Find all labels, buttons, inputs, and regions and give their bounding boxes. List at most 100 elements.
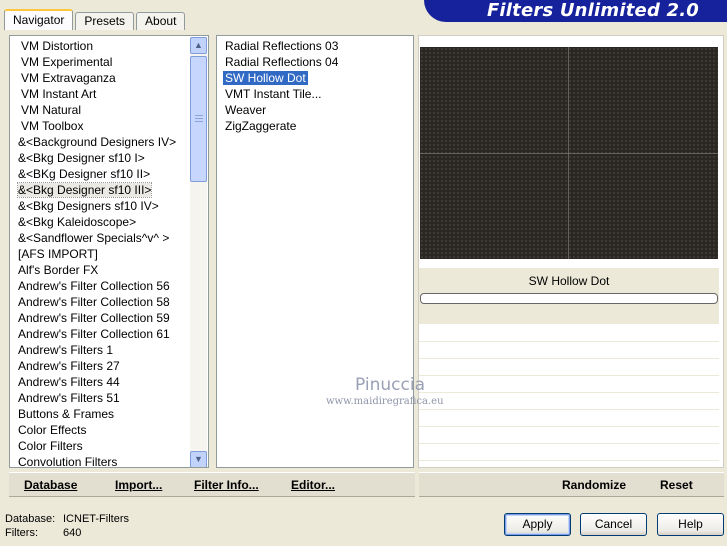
category-item-label: &<Background Designers IV> <box>18 135 177 149</box>
parameter-row <box>419 428 719 444</box>
category-item-label: [AFS IMPORT] <box>18 247 98 261</box>
apply-button[interactable]: Apply <box>504 513 571 536</box>
category-item[interactable]: &<Bkg Designer sf10 III> <box>10 182 190 198</box>
category-item[interactable]: Alf's Border FX <box>10 262 190 278</box>
category-items: VM Distortion VM Experimental VM Extravaga… <box>10 36 190 468</box>
category-item-label: Andrew's Filters 1 <box>18 343 113 357</box>
category-item[interactable]: Color Effects <box>10 422 190 438</box>
category-item[interactable]: &<BKg Designer sf10 II> <box>10 166 190 182</box>
category-item[interactable]: VM Experimental <box>10 54 190 70</box>
category-item-label: Andrew's Filters 27 <box>18 359 120 373</box>
scroll-up-button[interactable]: ▲ <box>190 37 207 54</box>
category-item[interactable]: &<Background Designers IV> <box>10 134 190 150</box>
editor-button[interactable]: Editor... <box>291 478 335 492</box>
category-item-label: Andrew's Filter Collection 56 <box>18 279 170 293</box>
category-item-label: &<Bkg Designers sf10 IV> <box>18 199 159 213</box>
filter-item[interactable]: Radial Reflections 03 <box>217 38 413 54</box>
category-item[interactable]: Andrew's Filter Collection 56 <box>10 278 190 294</box>
filter-item[interactable]: Radial Reflections 04 <box>217 54 413 70</box>
reset-button[interactable]: Reset <box>660 478 693 492</box>
filters-count-label: Filters: <box>5 527 38 539</box>
tab-navigator[interactable]: Navigator <box>4 9 74 30</box>
help-button[interactable]: Help <box>657 513 724 536</box>
filter-info-button[interactable]: Filter Info... <box>194 478 259 492</box>
category-item[interactable]: Convolution Filters <box>10 454 190 468</box>
category-item-label: VM Instant Art <box>21 87 97 101</box>
parameter-row <box>419 377 719 393</box>
category-list[interactable]: VM Distortion VM Experimental VM Extravaga… <box>9 35 209 468</box>
category-item[interactable]: Andrew's Filter Collection 61 <box>10 326 190 342</box>
watermark-name: Pinuccia <box>355 375 425 395</box>
left-toolbar: Database Import... Filter Info... Editor… <box>9 472 415 497</box>
category-item-label: VM Extravaganza <box>21 71 116 85</box>
category-item-label: Color Filters <box>18 439 83 453</box>
progress-bar <box>420 293 718 304</box>
parameter-row <box>419 411 719 427</box>
category-item[interactable]: VM Toolbox <box>10 118 190 134</box>
category-item-label: VM Toolbox <box>21 119 84 133</box>
tab-strip: Navigator Presets About <box>4 9 187 30</box>
filter-items: Radial Reflections 03 Radial Reflections … <box>217 36 413 134</box>
category-item-label: VM Distortion <box>21 39 94 53</box>
category-item-label: Andrew's Filter Collection 59 <box>18 311 170 325</box>
category-item-label: Andrew's Filters 44 <box>18 375 120 389</box>
scroll-down-button[interactable]: ▼ <box>190 451 207 467</box>
database-button[interactable]: Database <box>24 478 77 492</box>
parameter-row <box>419 360 719 376</box>
cancel-button[interactable]: Cancel <box>580 513 647 536</box>
category-item[interactable]: VM Instant Art <box>10 86 190 102</box>
filter-item[interactable]: SW Hollow Dot <box>217 70 413 86</box>
selected-filter-name: SW Hollow Dot <box>528 274 610 288</box>
category-item[interactable]: &<Sandflower Specials^v^ > <box>10 230 190 246</box>
category-item[interactable]: &<Bkg Designer sf10 I> <box>10 150 190 166</box>
category-item-label: VM Experimental <box>21 55 113 69</box>
category-item[interactable]: Andrew's Filter Collection 59 <box>10 310 190 326</box>
parameter-row <box>419 326 719 342</box>
watermark-url: www.maidiregrafica.eu <box>326 396 444 407</box>
grip-line <box>195 118 203 119</box>
filters-count-value: 640 <box>63 527 82 539</box>
category-item[interactable]: Color Filters <box>10 438 190 454</box>
database-status-value: ICNET-Filters <box>63 513 129 525</box>
import-label: Import... <box>115 478 163 492</box>
scrollbar-thumb[interactable] <box>190 56 207 182</box>
filter-item-label: VMT Instant Tile... <box>225 87 322 101</box>
grip-line <box>195 115 203 116</box>
category-item-label: &<Bkg Designer sf10 I> <box>18 151 145 165</box>
filter-item-label: Radial Reflections 03 <box>225 39 339 53</box>
category-scrollbar[interactable]: ▲ ▼ <box>190 37 207 467</box>
category-item[interactable]: VM Distortion <box>10 38 190 54</box>
category-item[interactable]: Andrew's Filter Collection 58 <box>10 294 190 310</box>
category-item-label: Convolution Filters <box>18 455 118 468</box>
filter-item-label: Radial Reflections 04 <box>225 55 339 69</box>
category-item[interactable]: VM Extravaganza <box>10 70 190 86</box>
right-toolbar: Randomize Reset <box>419 472 724 497</box>
category-item[interactable]: VM Natural <box>10 102 190 118</box>
category-item[interactable]: &<Bkg Kaleidoscope> <box>10 214 190 230</box>
randomize-button[interactable]: Randomize <box>562 478 626 492</box>
category-item[interactable]: Andrew's Filters 51 <box>10 390 190 406</box>
filter-item[interactable]: VMT Instant Tile... <box>217 86 413 102</box>
import-button[interactable]: Import... <box>115 478 162 492</box>
chevron-down-icon: ▼ <box>194 454 203 464</box>
category-item[interactable]: Andrew's Filters 44 <box>10 374 190 390</box>
category-item[interactable]: Andrew's Filters 1 <box>10 342 190 358</box>
parameter-row <box>419 394 719 410</box>
category-item-label: Andrew's Filter Collection 58 <box>18 295 170 309</box>
category-item-label: Buttons & Frames <box>18 407 115 421</box>
database-status-label: Database: <box>5 513 56 525</box>
status-area: Database: ICNET-Filters Filters: 640 <box>5 512 129 540</box>
tab-about[interactable]: About <box>136 12 186 30</box>
editor-label: Editor... <box>291 478 336 492</box>
filter-item-label: SW Hollow Dot <box>223 71 308 85</box>
filter-item[interactable]: ZigZaggerate <box>217 118 413 134</box>
category-item[interactable]: Andrew's Filters 27 <box>10 358 190 374</box>
filter-item[interactable]: Weaver <box>217 102 413 118</box>
tab-presets[interactable]: Presets <box>75 12 135 30</box>
preview-crosshair-horizontal <box>420 153 718 154</box>
category-item[interactable]: [AFS IMPORT] <box>10 246 190 262</box>
category-item[interactable]: Buttons & Frames <box>10 406 190 422</box>
category-item[interactable]: &<Bkg Designers sf10 IV> <box>10 198 190 214</box>
app-banner: Filters Unlimited 2.0 <box>424 0 727 22</box>
filter-info-label: Filter Info... <box>194 478 259 492</box>
